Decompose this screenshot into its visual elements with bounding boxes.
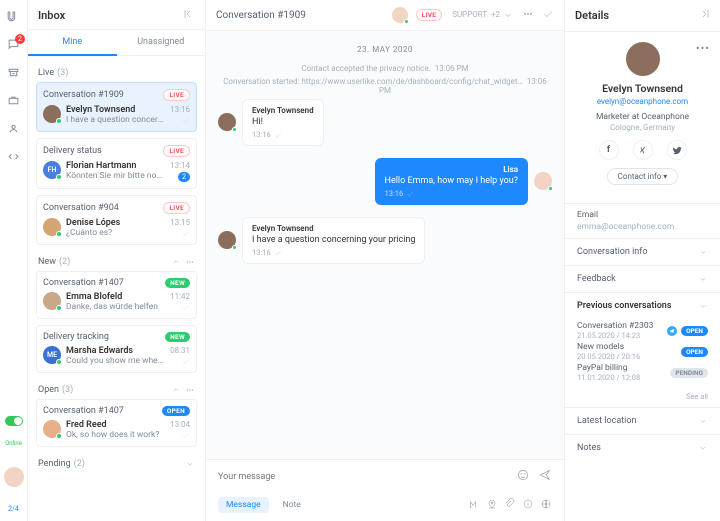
online-toggle[interactable] xyxy=(5,416,23,426)
logo-icon[interactable] xyxy=(6,10,22,26)
section-feedback[interactable]: Feedback xyxy=(565,265,720,292)
inbox-panel: Inbox Mine Unassigned Live(3) Conversati… xyxy=(28,0,206,521)
send-icon[interactable] xyxy=(538,468,552,485)
conversation-card[interactable]: Delivery trackingNEW ME Marsha EdwardsCo… xyxy=(36,325,197,373)
tab-mine[interactable]: Mine xyxy=(28,30,117,56)
tab-unassigned[interactable]: Unassigned xyxy=(117,30,206,55)
inbox-title: Inbox xyxy=(38,9,183,22)
briefcase-icon[interactable] xyxy=(7,94,20,110)
conversation-card[interactable]: Delivery statusLIVE FH Florian HartmannK… xyxy=(36,138,197,189)
section-header[interactable]: Open(3) xyxy=(36,379,197,399)
message-input[interactable] xyxy=(218,472,508,482)
macro-icon[interactable] xyxy=(468,498,480,513)
previous-conversation[interactable]: Conversation #230321.05.2020 / 14:23 OPE… xyxy=(577,321,708,340)
system-message: Conversation started: https://www.userli… xyxy=(218,77,552,95)
tab-note[interactable]: Note xyxy=(275,497,309,513)
operator-avatar[interactable] xyxy=(392,7,408,23)
message-avatar xyxy=(218,113,236,131)
operator-count: 2/4 xyxy=(8,505,19,513)
conversation-panel: Conversation #1909 LIVE SUPPORT +2 23. M… xyxy=(206,0,565,521)
archive-icon[interactable] xyxy=(7,66,20,82)
resolve-icon[interactable] xyxy=(542,8,554,23)
messages-icon[interactable]: 2 xyxy=(7,38,20,54)
conversation-card[interactable]: Conversation #1407NEW Emma BlofeldDanke,… xyxy=(36,271,197,319)
inbox-tabs: Mine Unassigned xyxy=(28,30,205,56)
xing-icon[interactable] xyxy=(633,140,653,160)
globe-icon[interactable] xyxy=(540,498,552,513)
details-panel: Details ••• Evelyn Townsend evelyn@ocean… xyxy=(565,0,720,521)
section-notes[interactable]: Notes xyxy=(565,434,720,461)
contact-avatar xyxy=(626,42,660,76)
message-avatar xyxy=(534,172,552,190)
previous-conversation[interactable]: PayPal billing11.01.2020 / 12:08 PENDING xyxy=(577,363,708,382)
nav-rail: 2 Online 2/4 xyxy=(0,0,28,521)
attachment-icon[interactable] xyxy=(504,498,516,513)
conversation-card[interactable]: Conversation #1407OPEN Fred ReedOk, so h… xyxy=(36,399,197,447)
composer: Message Note xyxy=(206,459,564,521)
conversation-title: Conversation #1909 xyxy=(216,10,384,21)
code-icon[interactable] xyxy=(7,150,20,166)
tab-message[interactable]: Message xyxy=(218,497,269,513)
contacts-icon[interactable] xyxy=(7,122,20,138)
section-conversation-info[interactable]: Conversation info xyxy=(565,238,720,265)
message-row: Evelyn TownsendHi!13:16 xyxy=(218,99,552,146)
contact-email[interactable]: evelyn@oceanphone.com xyxy=(575,97,710,106)
contact-role: Marketer at Oceanphone xyxy=(575,112,710,122)
details-title: Details xyxy=(575,9,698,22)
messages-badge: 2 xyxy=(15,34,25,44)
message-avatar xyxy=(218,231,236,249)
section-header[interactable]: Live(3) xyxy=(36,62,197,82)
message-row: Evelyn TownsendI have a question concern… xyxy=(218,217,552,264)
location-icon[interactable] xyxy=(486,498,498,513)
date-divider: 23. MAY 2020 xyxy=(218,45,552,54)
facebook-icon[interactable]: f xyxy=(599,140,619,160)
emoji-icon[interactable] xyxy=(516,468,530,485)
section-location[interactable]: Latest location xyxy=(565,407,720,434)
email-label: Email xyxy=(577,210,708,220)
info-icon[interactable] xyxy=(522,498,534,513)
section-previous[interactable]: Previous conversations xyxy=(565,292,720,319)
collapse-icon[interactable] xyxy=(183,8,195,23)
expand-icon[interactable] xyxy=(698,8,710,23)
contact-name: Evelyn Townsend xyxy=(575,82,710,95)
conversation-card[interactable]: Conversation #1909LIVE Evelyn TownsendI … xyxy=(36,82,197,132)
message-row: LisaHello Emma, how may I help you?13:16 xyxy=(218,158,552,205)
section-header[interactable]: Pending(2) xyxy=(36,453,197,473)
email-value: emma@oceanphone.com xyxy=(577,222,708,232)
user-avatar[interactable] xyxy=(4,467,24,487)
profile-more-icon[interactable]: ••• xyxy=(696,42,710,55)
system-message: Contact accepted the privacy notice.13:0… xyxy=(218,64,552,73)
support-label[interactable]: SUPPORT +2 xyxy=(450,9,514,21)
previous-conversation[interactable]: New models20.05.2020 / 20:16 OPEN xyxy=(577,342,708,361)
live-badge: LIVE xyxy=(416,9,443,21)
online-label: Online xyxy=(5,440,22,447)
twitter-icon[interactable] xyxy=(667,140,687,160)
contact-location: Cologne, Germany xyxy=(575,123,710,132)
telegram-icon xyxy=(667,326,677,336)
see-all-link[interactable]: See all xyxy=(565,390,720,407)
contact-info-button[interactable]: Contact info ▾ xyxy=(607,168,679,185)
more-icon[interactable] xyxy=(522,8,534,23)
section-header[interactable]: New(2) xyxy=(36,251,197,271)
conversation-card[interactable]: Conversation #904LIVE Denise Lópes¿Cuánt… xyxy=(36,195,197,245)
